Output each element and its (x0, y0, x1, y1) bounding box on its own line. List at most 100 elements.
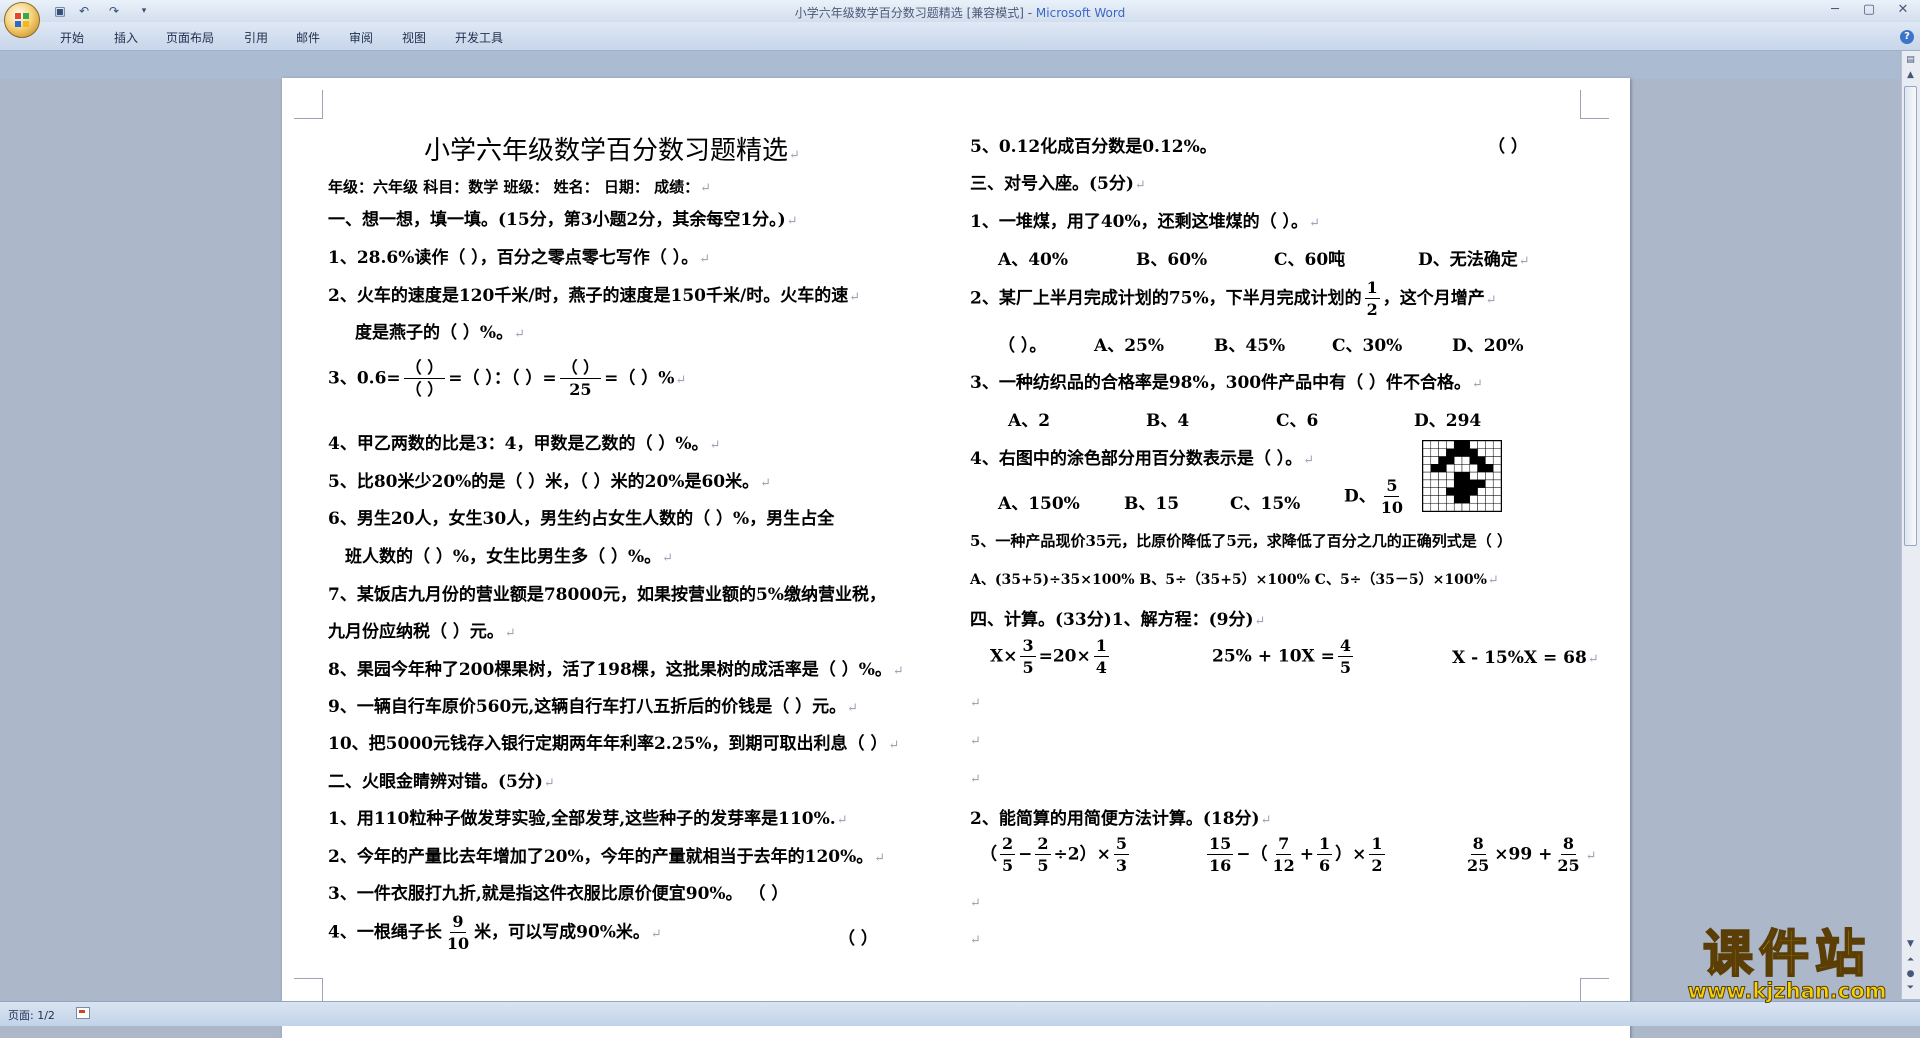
fraction: 9 10 (445, 914, 471, 952)
close-button[interactable]: ✕ (1886, 0, 1920, 20)
question-3-3-option-d: D、294 (1414, 411, 1482, 431)
fraction-denominator: 3 (1115, 856, 1127, 875)
office-button[interactable] (4, 2, 40, 38)
fraction: 25 (1035, 836, 1051, 874)
grid-cell (1430, 464, 1439, 473)
grid-cell (1477, 471, 1486, 481)
grid-cell (1461, 441, 1471, 450)
question-1-2-line1: 2、火车的速度是120千米/时，燕子的速度是150千米/时。火车的速↵ (328, 286, 861, 306)
tab-home[interactable]: 开始 (60, 29, 84, 46)
tab-review[interactable]: 审阅 (349, 29, 373, 46)
section-4-text: 四、计算。(33分)1、解方程：(9分) (970, 610, 1254, 630)
vertical-scrollbar[interactable]: ▤ ▲ ▼ ⏶ ● ⏷ (1901, 51, 1920, 999)
window-app-name: Microsoft Word (1035, 6, 1126, 20)
question-2-5: 5、0.12化成百分数是0.12%。 (970, 132, 1217, 157)
proofing-icon[interactable] (76, 1007, 90, 1019)
fraction: 12 (1369, 834, 1385, 875)
tab-insert[interactable]: 插入 (114, 29, 138, 46)
grid-cell (1461, 464, 1471, 473)
document-title: 小学六年级数学百分数习题精选↵ (424, 136, 800, 166)
grid-cell (1423, 448, 1432, 457)
question-1-2-line2: 度是燕子的（ ）%。↵ (355, 323, 525, 343)
grid-cell (1430, 448, 1439, 457)
grid-cell (1461, 487, 1471, 496)
section-3-text: 三、对号入座。(5分) (970, 174, 1134, 194)
grid-cell (1492, 464, 1501, 473)
fraction: 8 25 (1555, 836, 1581, 874)
grid-cell (1423, 464, 1432, 473)
ruler-toggle-icon[interactable]: ▤ (1904, 53, 1917, 67)
grid-cell (1461, 495, 1471, 504)
fraction-denominator: 6 (1319, 856, 1331, 875)
grid-cell (1477, 487, 1486, 496)
question-1-6-text2: 班人数的（ ）%，女生比男生多（ ）%。 (345, 547, 662, 567)
status-bar: 页面: 1/2 (0, 1001, 1920, 1026)
question-1-4-text: 4、甲乙两数的比是3：4，甲数是乙数的（ ）%。 (328, 434, 709, 454)
question-1-9: 9、一辆自行车原价560元,这辆自行车打八五折后的价钱是（ ）元。↵ (328, 697, 859, 717)
tab-references[interactable]: 引用 (244, 29, 268, 46)
grid-cell (1492, 487, 1501, 496)
fraction: 16 (1317, 836, 1333, 875)
section-1-text: 一、想一想，填一填。(15分，第3小题2分，其余每空1分。) (328, 210, 786, 230)
question-2-1: 1、用110粒种子做发芽实验,全部发芽,这些种子的发芽率是110%.↵ (328, 809, 848, 829)
grid-cell (1430, 479, 1439, 488)
grid-cell (1423, 441, 1432, 450)
tab-developer[interactable]: 开发工具 (455, 29, 503, 46)
paragraph-mark: ↵ (970, 896, 981, 911)
question-1-1: 1、28.6%读作（ ），百分之零点零七写作（ ）。↵ (328, 248, 711, 268)
grid-cell (1477, 448, 1486, 457)
tab-mailings[interactable]: 邮件 (296, 29, 320, 46)
question-1-5: 5、比80米少20%的是（ ）米，（ ）米的20%是60米。↵ (328, 472, 772, 492)
fraction-numerator: 1 (1369, 834, 1385, 855)
equation-1: X× 3 5 =20× 1 4 (990, 638, 1112, 676)
grid-cell (1430, 456, 1439, 465)
grid-cell (1485, 448, 1494, 457)
question-3-1-option-c: C、60吨 (1274, 250, 1346, 270)
grid-cell (1461, 471, 1471, 481)
grid-cell (1469, 456, 1478, 465)
tab-view[interactable]: 视图 (402, 29, 426, 46)
calc-part: + (1299, 844, 1315, 865)
question-3-3-option-b: B、4 (1146, 411, 1190, 431)
grid-cell (1453, 487, 1463, 496)
calculation-2: 15 16 −（ 7 12 +1 6 ）× 1 2 (1204, 836, 1388, 874)
question-3-4-option-b: B、15 (1124, 494, 1180, 514)
question-3-1-option-d: D、无法确定↵ (1418, 250, 1530, 270)
minimize-button[interactable]: ─ (1818, 0, 1852, 20)
calculation-3: 8 25 ×99 +8 25 ↵ (1467, 834, 1597, 875)
help-icon[interactable]: ? (1900, 30, 1914, 44)
question-1-3-prefix: 3、0.6= (328, 368, 401, 389)
fraction-numerator: 8 (1560, 834, 1577, 855)
calc-part: ）× (1335, 844, 1367, 865)
question-3-4-option-d: D、 5 10 (1344, 478, 1408, 516)
grid-cell (1485, 495, 1494, 504)
paragraph-mark: ↵ (970, 772, 981, 787)
answer-blank: （ ） (1488, 137, 1528, 157)
question-1-7-line2: 九月份应纳税（ ）元。↵ (328, 622, 516, 642)
page-count-indicator[interactable]: 页面: 1/2 (8, 1007, 55, 1023)
grid-cell (1453, 441, 1463, 450)
grid-cell (1485, 479, 1494, 488)
grid-cell (1492, 471, 1501, 481)
question-1-2-text1: 2、火车的速度是120千米/时，燕子的速度是150千米/时。火车的速 (328, 286, 849, 306)
fraction-denominator: 2 (1371, 856, 1383, 875)
crop-mark (294, 90, 323, 119)
question-2-4: 4、一根绳子长 9 10 米，可以写成90%米。↵ (328, 912, 662, 953)
scrollbar-thumb[interactable] (1904, 86, 1917, 546)
grid-cell (1453, 464, 1463, 473)
question-3-2-prefix: 2、某厂上半月完成计划的75%，下半月完成计划的 (970, 288, 1362, 309)
grid-cell (1430, 487, 1439, 496)
maximize-button[interactable]: ▢ (1852, 0, 1886, 20)
fraction-denominator: 25 (569, 380, 592, 399)
fraction-denominator: 25 (1557, 856, 1580, 875)
fraction-numerator: （ ） (559, 358, 602, 379)
grid-cell (1423, 456, 1432, 465)
grid-cell (1430, 471, 1439, 481)
tab-page-layout[interactable]: 页面布局 (166, 29, 214, 46)
equation-part: 25% + 10X = (1212, 646, 1335, 667)
scroll-up-icon[interactable]: ▲ (1904, 68, 1917, 82)
question-3-2-option-a: A、25% (1094, 336, 1165, 356)
question-3-1: 1、一堆煤，用了40%，还剩这堆煤的（ ）。↵ (970, 212, 1320, 232)
question-2-5-text: 5、0.12化成百分数是0.12%。 (970, 137, 1217, 157)
question-1-7-text2: 九月份应纳税（ ）元。 (328, 622, 504, 642)
